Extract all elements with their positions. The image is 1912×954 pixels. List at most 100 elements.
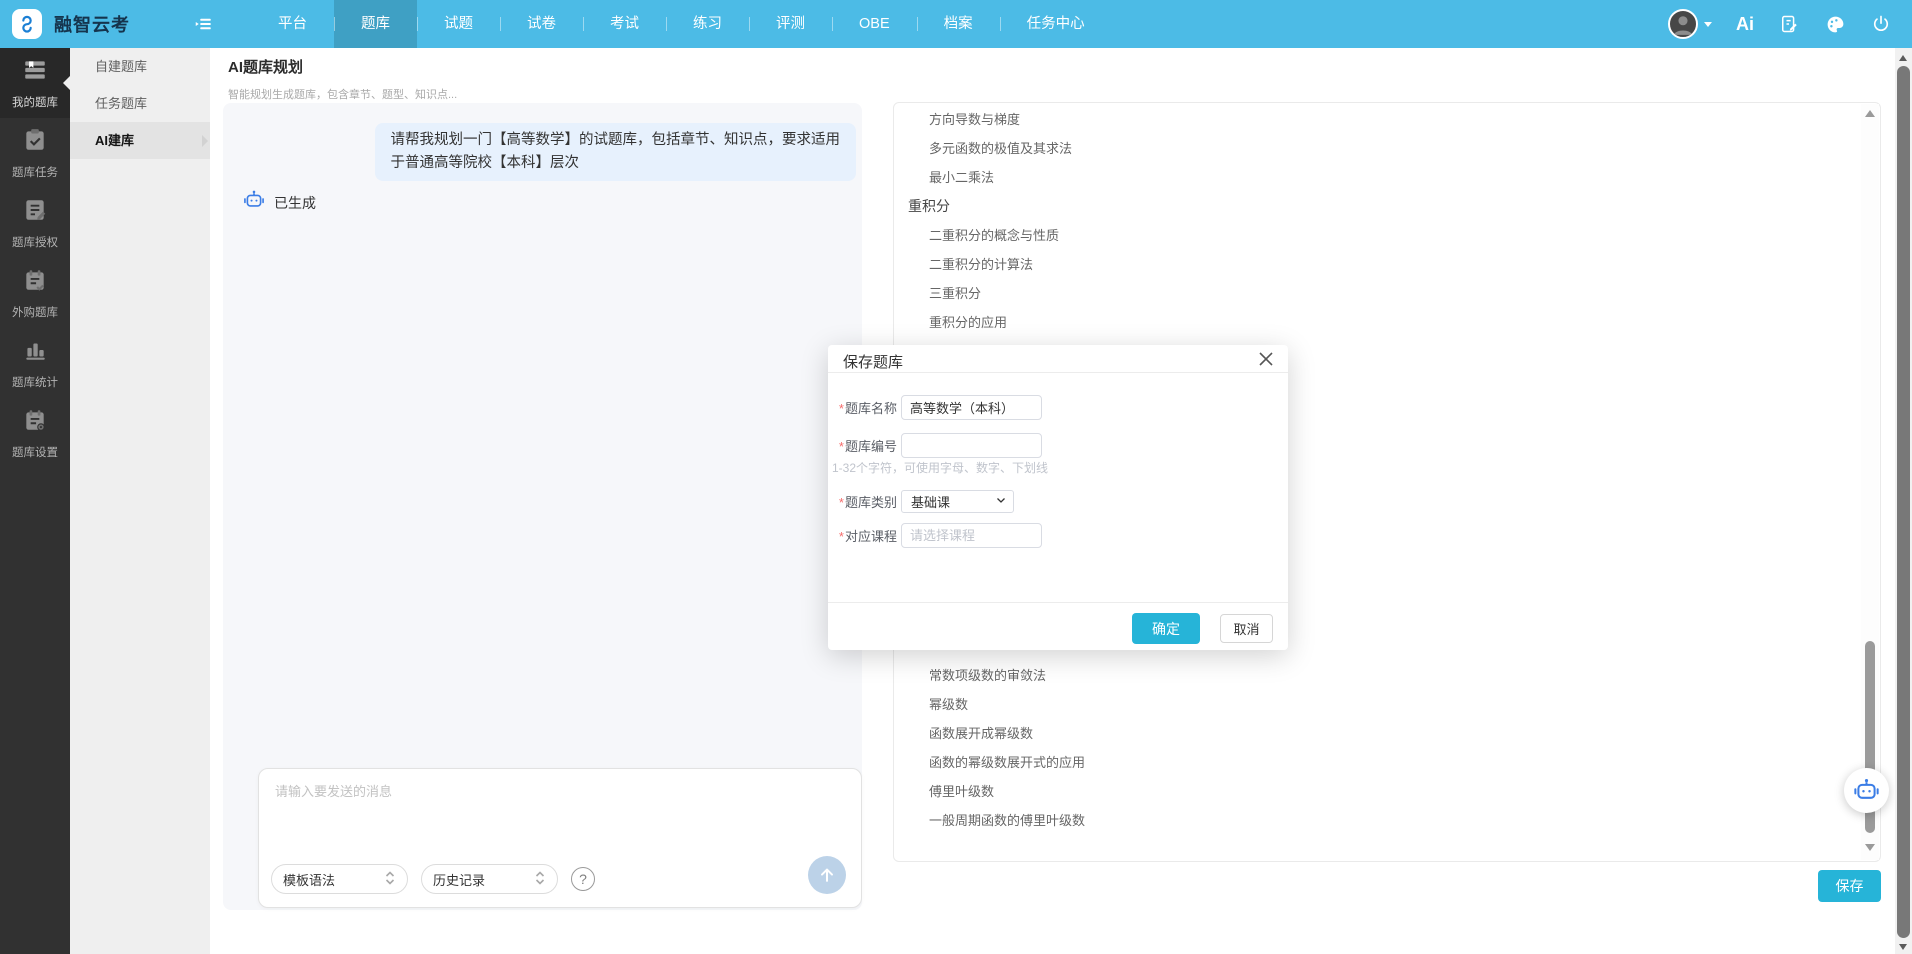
top-navigation: 平台 题库 试题 试卷 考试 练习 评测 OBE 档案 任务中心 xyxy=(251,0,1112,48)
user-menu[interactable] xyxy=(1668,9,1712,39)
outline-item[interactable]: 一般周期函数的傅里叶级数 xyxy=(894,806,1724,835)
outline-item[interactable]: 方向导数与梯度 xyxy=(894,105,1724,134)
scroll-down-icon[interactable] xyxy=(1865,844,1875,851)
collapse-menu-icon[interactable] xyxy=(193,13,215,35)
scroll-up-icon[interactable] xyxy=(1865,110,1875,117)
input-toolbar: 模板语法 历史记录 ? xyxy=(271,864,595,894)
sidebar-item-my-banks[interactable]: 我的题库 xyxy=(0,48,70,118)
outline-item[interactable]: 多元函数的极值及其求法 xyxy=(894,134,1724,163)
purchase-board-icon xyxy=(22,267,48,298)
sidebar-item-bank-tasks[interactable]: 题库任务 xyxy=(0,118,70,188)
outline-list-top: 方向导数与梯度 多元函数的极值及其求法 最小二乘法 重积分 二重积分的概念与性质… xyxy=(894,105,1724,337)
power-icon[interactable] xyxy=(1870,13,1892,35)
outline-item[interactable]: 重积分的应用 xyxy=(894,308,1724,337)
sort-chevrons-icon xyxy=(534,870,546,889)
topbar: 融智云考 平台 题库 试题 试卷 考试 练习 评测 OBE 档案 任务中心 Ai xyxy=(0,0,1912,48)
app-title: 融智云考 xyxy=(54,11,130,37)
bank-code-label: 题库编号 xyxy=(845,439,897,454)
bank-category-select[interactable]: 基础课 xyxy=(901,490,1014,513)
tab-practice[interactable]: 练习 xyxy=(666,0,749,48)
ai-assistant-icon[interactable]: Ai xyxy=(1736,14,1754,35)
dialog-title: 保存题库 xyxy=(843,351,903,372)
page-header: AI题库规划 智能规划生成题库，包含章节、题型、知识点... xyxy=(228,56,457,102)
tab-papers[interactable]: 试卷 xyxy=(500,0,583,48)
subnav-item-ai-builder[interactable]: AI建库 xyxy=(70,122,210,159)
cancel-button[interactable]: 取消 xyxy=(1220,614,1273,643)
tab-platform[interactable]: 平台 xyxy=(251,0,334,48)
bank-name-label: 题库名称 xyxy=(845,401,897,416)
generation-status-label: 已生成 xyxy=(274,193,316,213)
tab-archive[interactable]: 档案 xyxy=(917,0,1000,48)
page-scrollbar-thumb[interactable] xyxy=(1897,66,1910,938)
subnav-item-task-banks[interactable]: 任务题库 xyxy=(70,85,210,122)
sidebar-item-bank-statistics[interactable]: 题库统计 xyxy=(0,328,70,398)
generation-status: 已生成 xyxy=(243,189,316,216)
course-field[interactable] xyxy=(901,523,1042,548)
scroll-up-icon[interactable] xyxy=(1899,55,1907,61)
outline-item[interactable]: 二重积分的计算法 xyxy=(894,250,1724,279)
course-label: 对应课程 xyxy=(845,529,897,544)
save-dialog-footer: 确定 取消 xyxy=(828,602,1288,650)
tab-questions[interactable]: 试题 xyxy=(417,0,500,48)
subnav-item-self-built[interactable]: 自建题库 xyxy=(70,48,210,85)
chat-panel: 请帮我规划一门【高等数学】的试题库，包括章节、知识点，要求适用 于普通高等院校【… xyxy=(223,103,862,910)
bank-code-row: *题库编号 xyxy=(831,433,1042,458)
outline-item[interactable]: 三重积分 xyxy=(894,279,1724,308)
feedback-edit-icon[interactable] xyxy=(1778,13,1800,35)
outline-item[interactable]: 最小二乘法 xyxy=(894,163,1724,192)
bank-name-field[interactable] xyxy=(901,395,1042,420)
primary-sidebar: 我的题库 题库任务 题库授权 外购题库 题库统计 题库设置 xyxy=(0,48,70,954)
outline-item[interactable]: 幂级数 xyxy=(894,690,1724,719)
chat-input-card: 模板语法 历史记录 ? xyxy=(258,768,862,908)
outline-item[interactable]: 二重积分的概念与性质 xyxy=(894,221,1724,250)
user-message-bubble: 请帮我规划一门【高等数学】的试题库，包括章节、知识点，要求适用 于普通高等院校【… xyxy=(375,123,857,181)
page-scrollbar[interactable] xyxy=(1895,48,1912,954)
bank-category-row: *题库类别 基础课 xyxy=(831,490,1014,513)
bar-chart-icon xyxy=(22,337,48,368)
sidebar-item-bank-settings[interactable]: 题库设置 xyxy=(0,398,70,468)
user-message-line2: 于普通高等院校【本科】层次 xyxy=(391,152,841,175)
ai-robot-fab[interactable] xyxy=(1844,768,1889,813)
outline-item[interactable]: 傅里叶级数 xyxy=(894,777,1724,806)
outline-item[interactable]: 函数的幂级数展开式的应用 xyxy=(894,748,1724,777)
logo-icon xyxy=(12,9,42,39)
message-input[interactable] xyxy=(275,781,845,851)
send-button[interactable] xyxy=(808,856,846,894)
bank-code-hint: 1-32个字符，可使用字母、数字、下划线 xyxy=(832,459,1048,476)
template-syntax-select[interactable]: 模板语法 xyxy=(271,864,408,894)
user-avatar[interactable] xyxy=(1668,9,1698,39)
save-dialog-header: 保存题库 xyxy=(828,345,1288,373)
document-pen-icon xyxy=(22,197,48,228)
save-dialog: 保存题库 *题库名称 *题库编号 1-32个字符，可使用字母、数字、下划线 *题… xyxy=(828,345,1288,650)
tab-task-center[interactable]: 任务中心 xyxy=(1000,0,1112,48)
clipboard-check-icon xyxy=(22,127,48,158)
close-icon[interactable] xyxy=(1257,350,1275,368)
tab-question-bank[interactable]: 题库 xyxy=(334,0,417,48)
tab-exams[interactable]: 考试 xyxy=(583,0,666,48)
tab-evaluation[interactable]: 评测 xyxy=(749,0,832,48)
history-select[interactable]: 历史记录 xyxy=(421,864,558,894)
save-outline-button[interactable]: 保存 xyxy=(1818,870,1881,902)
outline-chapter[interactable]: 重积分 xyxy=(894,192,1724,221)
caret-down-icon xyxy=(1704,22,1712,27)
course-row: *对应课程 xyxy=(831,523,1042,548)
secondary-sidebar: 自建题库 任务题库 AI建库 xyxy=(70,48,210,954)
bank-name-row: *题库名称 xyxy=(831,395,1042,420)
bank-code-field[interactable] xyxy=(901,433,1042,458)
theme-palette-icon[interactable] xyxy=(1824,13,1846,35)
scroll-down-icon[interactable] xyxy=(1899,944,1907,950)
sidebar-item-purchased-banks[interactable]: 外购题库 xyxy=(0,258,70,328)
panel-scrollbar[interactable] xyxy=(1861,104,1879,860)
outline-item[interactable]: 函数展开成幂级数 xyxy=(894,719,1724,748)
settings-disk-icon xyxy=(22,407,48,438)
help-icon[interactable]: ? xyxy=(571,867,595,891)
outline-list-bottom: 常数项级数的审敛法 幂级数 函数展开成幂级数 函数的幂级数展开式的应用 傅里叶级… xyxy=(894,661,1724,835)
user-message-line1: 请帮我规划一门【高等数学】的试题库，包括章节、知识点，要求适用 xyxy=(391,129,841,152)
outline-item[interactable]: 常数项级数的审敛法 xyxy=(894,661,1724,690)
robot-icon xyxy=(243,189,265,216)
tab-obe[interactable]: OBE xyxy=(832,0,917,48)
sidebar-item-bank-authorization[interactable]: 题库授权 xyxy=(0,188,70,258)
books-icon xyxy=(22,57,48,88)
confirm-button[interactable]: 确定 xyxy=(1132,613,1200,644)
required-mark: * xyxy=(839,529,844,544)
